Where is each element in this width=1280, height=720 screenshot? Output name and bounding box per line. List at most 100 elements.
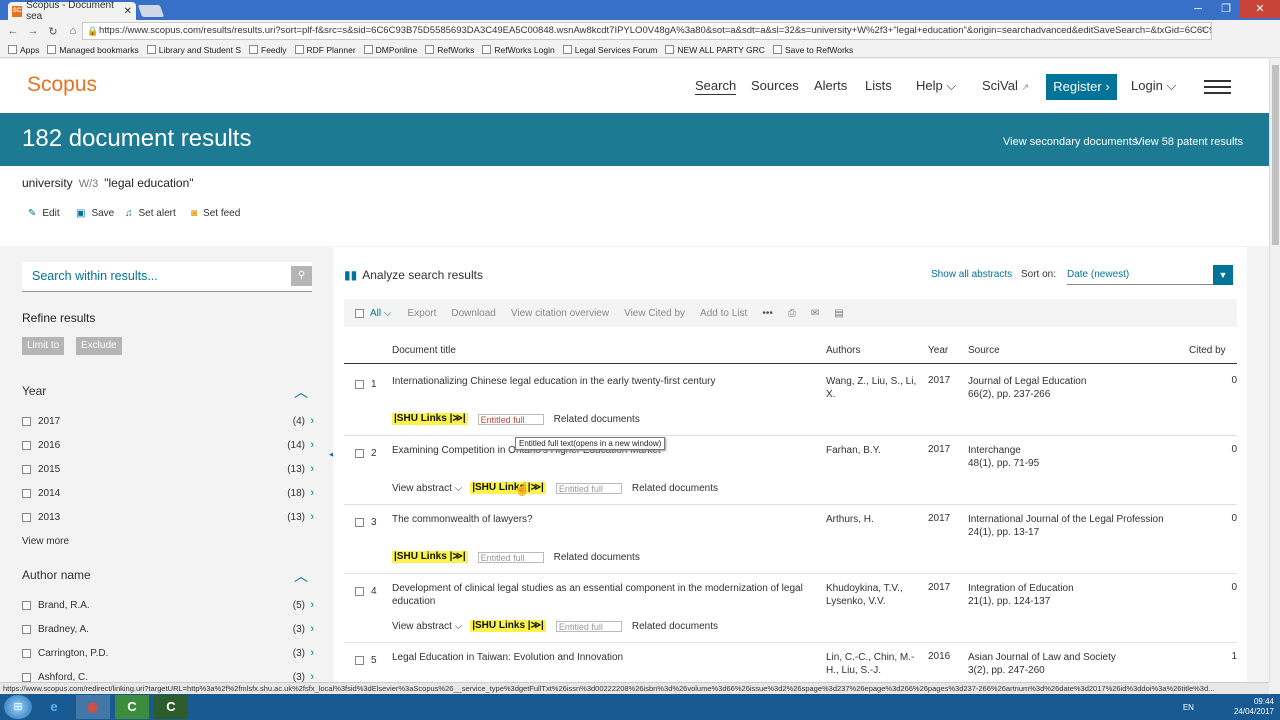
checkbox[interactable] <box>22 416 31 426</box>
document-title-link[interactable]: Development of clinical legal studies as… <box>392 582 804 608</box>
authors-link[interactable]: Khudoykina, T.V., Lysenko, V.V. <box>826 582 918 608</box>
add-to-list-button[interactable]: Add to List <box>700 308 747 319</box>
bookmark-save-refworks[interactable]: Save to RefWorks <box>772 45 853 55</box>
cited-by-count[interactable]: 0 <box>1231 444 1237 455</box>
camtasia-icon[interactable]: C <box>115 695 149 719</box>
clock[interactable]: 09:44 24/04/2017 <box>1234 697 1274 717</box>
camtasia-recorder-icon[interactable]: C <box>154 695 188 719</box>
page-scrollbar[interactable] <box>1269 59 1280 682</box>
year-filter-item[interactable]: 2016 (14) › <box>22 437 314 453</box>
email-icon[interactable]: ✉ <box>811 308 819 319</box>
search-within-input[interactable] <box>22 262 272 290</box>
author-filter-heading[interactable]: Author name ︿ <box>22 568 312 584</box>
set-feed-action[interactable]: ◙ Set feed <box>191 208 240 219</box>
document-title-link[interactable]: Internationalizing Chinese legal educati… <box>392 375 804 388</box>
view-patent-link[interactable]: View 58 patent results <box>1135 136 1243 148</box>
windows-start-icon[interactable]: ⊞ <box>4 695 32 719</box>
scopus-logo[interactable]: Scopus <box>27 73 97 97</box>
bookmark-library[interactable]: Library and Student S <box>146 45 241 55</box>
related-documents-link[interactable]: Related documents <box>632 621 718 632</box>
year-filter-heading[interactable]: Year ︿ <box>22 384 312 400</box>
maximize-icon[interactable]: ❐ <box>1212 0 1240 18</box>
limit-to-button[interactable]: Limit to <box>22 337 65 355</box>
nav-scival[interactable]: SciVal ↗ <box>982 78 1029 93</box>
col-cited-by[interactable]: Cited by <box>1189 345 1226 356</box>
checkbox[interactable] <box>22 512 31 522</box>
col-authors[interactable]: Authors <box>826 345 860 356</box>
forward-icon[interactable]: → <box>26 25 40 37</box>
back-icon[interactable]: ← <box>6 25 20 37</box>
related-documents-link[interactable]: Related documents <box>632 483 718 494</box>
analyze-results-link[interactable]: ▮▮ Analyze search results <box>344 268 483 282</box>
related-documents-link[interactable]: Related documents <box>554 414 640 425</box>
view-abstract-toggle[interactable]: View abstract ⌵ <box>392 483 462 494</box>
view-secondary-link[interactable]: View secondary documents <box>1003 136 1137 148</box>
checkbox[interactable] <box>22 440 31 450</box>
chrome-icon[interactable]: ◉ <box>76 695 110 719</box>
source-link[interactable]: International Journal of the Legal Profe… <box>968 513 1178 539</box>
chevron-right-icon[interactable]: › <box>310 599 314 611</box>
entitled-full-text-image[interactable]: Entitled full <box>477 413 544 425</box>
bookmark-legal-services[interactable]: Legal Services Forum <box>562 45 657 55</box>
bookmark-dmponline[interactable]: DMPonline <box>363 45 417 55</box>
internet-explorer-icon[interactable]: e <box>37 695 71 719</box>
source-link[interactable]: Interchange 48(1), pp. 71-95 <box>968 444 1178 470</box>
cited-by-count[interactable]: 0 <box>1231 582 1237 593</box>
minimize-icon[interactable]: ─ <box>1184 0 1212 18</box>
window-close-icon[interactable]: ✕ <box>1240 0 1280 18</box>
entitled-full-text-image[interactable]: Entitled full <box>555 482 622 494</box>
chevron-right-icon[interactable]: › <box>310 487 314 499</box>
bookmark-all-party[interactable]: NEW ALL PARTY GRC <box>665 45 765 55</box>
author-filter-item[interactable]: Carrington, P.D. (3) › <box>22 645 314 661</box>
entitled-full-text-image[interactable]: Entitled full <box>555 620 622 632</box>
chevron-right-icon[interactable]: › <box>310 623 314 635</box>
document-title-link[interactable]: Legal Education in Taiwan: Evolution and… <box>392 651 804 664</box>
bookmark-feedly[interactable]: Feedly <box>249 45 287 55</box>
select-all-checkbox[interactable] <box>355 308 364 318</box>
browser-tab[interactable]: SC Scopus - Document sea ✕ <box>8 0 136 22</box>
source-link[interactable]: Journal of Legal Education 66(2), pp. 237… <box>968 375 1178 401</box>
author-filter-item[interactable]: Ashford, C. (3) › <box>22 669 314 682</box>
source-link[interactable]: Asian Journal of Law and Society 3(2), pp… <box>968 651 1178 677</box>
document-title-link[interactable]: The commonwealth of lawyers? <box>392 513 804 526</box>
sort-select[interactable]: Date (newest) ▼ <box>1067 265 1233 285</box>
checkbox[interactable] <box>22 488 31 498</box>
shu-links-button[interactable]: |SHU Links |≫| <box>470 620 546 632</box>
select-all-dropdown[interactable]: All ⌵ <box>370 308 391 319</box>
login-menu[interactable]: Login ⌵ <box>1131 78 1176 94</box>
bookmark-refworks[interactable]: RefWorks <box>425 45 474 55</box>
nav-alerts[interactable]: Alerts <box>814 78 847 93</box>
scrollbar-thumb[interactable] <box>1272 65 1279 245</box>
authors-link[interactable]: Lin, C.-C., Chin, M.-H., Liu, S.-J. <box>826 651 918 677</box>
chevron-right-icon[interactable]: › <box>310 439 314 451</box>
year-filter-item[interactable]: 2014 (18) › <box>22 485 314 501</box>
authors-link[interactable]: Arthurs, H. <box>826 513 918 526</box>
cited-by-count[interactable]: 1 <box>1231 651 1237 662</box>
checkbox[interactable] <box>22 464 31 474</box>
hamburger-menu-icon[interactable] <box>1204 80 1231 94</box>
more-icon[interactable]: ••• <box>762 308 773 319</box>
tab-close-icon[interactable]: ✕ <box>124 6 132 17</box>
chevron-right-icon[interactable]: › <box>310 415 314 427</box>
row-checkbox[interactable] <box>355 518 364 527</box>
reload-icon[interactable]: ↻ <box>46 25 60 38</box>
checkbox[interactable] <box>22 648 31 658</box>
bookmark-rdf[interactable]: RDF Planner <box>294 45 356 55</box>
view-abstract-toggle[interactable]: View abstract ⌵ <box>392 621 462 632</box>
nav-sources[interactable]: Sources <box>751 78 799 93</box>
authors-link[interactable]: Farhan, B.Y. <box>826 444 918 457</box>
citation-overview-button[interactable]: View citation overview <box>511 308 609 319</box>
download-button[interactable]: Download <box>451 308 495 319</box>
save-action[interactable]: ▣ Save <box>76 208 114 219</box>
chevron-right-icon[interactable]: › <box>310 463 314 475</box>
authors-link[interactable]: Wang, Z., Liu, S., Li, X. <box>826 375 918 401</box>
row-checkbox[interactable] <box>355 656 364 665</box>
bookmark-star-icon[interactable]: ☆ <box>1198 23 1207 39</box>
home-icon[interactable]: ⌂ <box>66 25 80 37</box>
chevron-right-icon[interactable]: › <box>310 511 314 523</box>
view-cited-by-button[interactable]: View Cited by <box>624 308 685 319</box>
checkbox[interactable] <box>22 600 31 610</box>
shu-links-button[interactable]: |SHU Links |≫| <box>392 551 468 563</box>
shu-links-button[interactable]: |SHU Links |≫| <box>392 413 468 425</box>
nav-lists[interactable]: Lists <box>865 78 892 93</box>
